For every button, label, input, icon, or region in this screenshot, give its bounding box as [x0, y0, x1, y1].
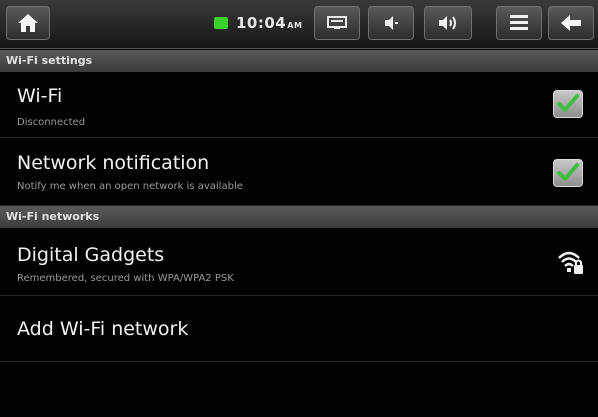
- network-notification-summary: Notify me when an open network is availa…: [17, 181, 243, 192]
- network-summary: Remembered, secured with WPA/WPA2 PSK: [17, 273, 234, 284]
- wifi-summary: Disconnected: [17, 117, 86, 128]
- network-row[interactable]: Digital Gadgets Remembered, secured with…: [0, 228, 598, 296]
- volume-up-icon: [439, 16, 456, 30]
- battery-icon: [214, 17, 228, 29]
- add-wifi-network-label: Add Wi-Fi network: [17, 318, 189, 340]
- screenshot-button[interactable]: [314, 6, 360, 40]
- checkmark-icon: [557, 163, 579, 181]
- wifi-lock-icon: [558, 251, 583, 274]
- status-bar: 10:04AM: [0, 0, 598, 49]
- time-text: 10:04: [236, 14, 287, 32]
- add-wifi-network-row[interactable]: Add Wi-Fi network: [0, 296, 598, 362]
- ampm-text: AM: [287, 21, 303, 30]
- section-header-wifi-settings: Wi-Fi settings: [0, 50, 598, 72]
- volume-up-button[interactable]: [424, 6, 472, 40]
- clock-area: 10:04AM: [214, 14, 306, 36]
- screenshot-icon: [327, 16, 347, 29]
- wifi-settings-screen: 10:04AM Wi-Fi settings Wi-Fi Disconnecte…: [0, 0, 598, 417]
- home-icon: [18, 14, 38, 32]
- network-notification-checkbox[interactable]: [553, 159, 583, 187]
- wifi-title: Wi-Fi: [17, 85, 63, 107]
- wifi-checkbox[interactable]: [553, 90, 583, 118]
- back-icon: [561, 15, 581, 31]
- wifi-toggle-row[interactable]: Wi-Fi Disconnected: [0, 72, 598, 138]
- volume-down-button[interactable]: [368, 6, 414, 40]
- home-button[interactable]: [6, 6, 50, 40]
- network-name: Digital Gadgets: [17, 244, 165, 266]
- checkmark-icon: [557, 94, 579, 112]
- network-notification-row[interactable]: Network notification Notify me when an o…: [0, 138, 598, 206]
- back-button[interactable]: [548, 6, 594, 40]
- network-notification-title: Network notification: [17, 152, 210, 174]
- volume-down-icon: [385, 16, 398, 30]
- section-header-wifi-networks: Wi-Fi networks: [0, 206, 598, 228]
- menu-icon: [510, 15, 528, 30]
- status-time: 10:04AM: [236, 14, 302, 32]
- menu-button[interactable]: [496, 6, 542, 40]
